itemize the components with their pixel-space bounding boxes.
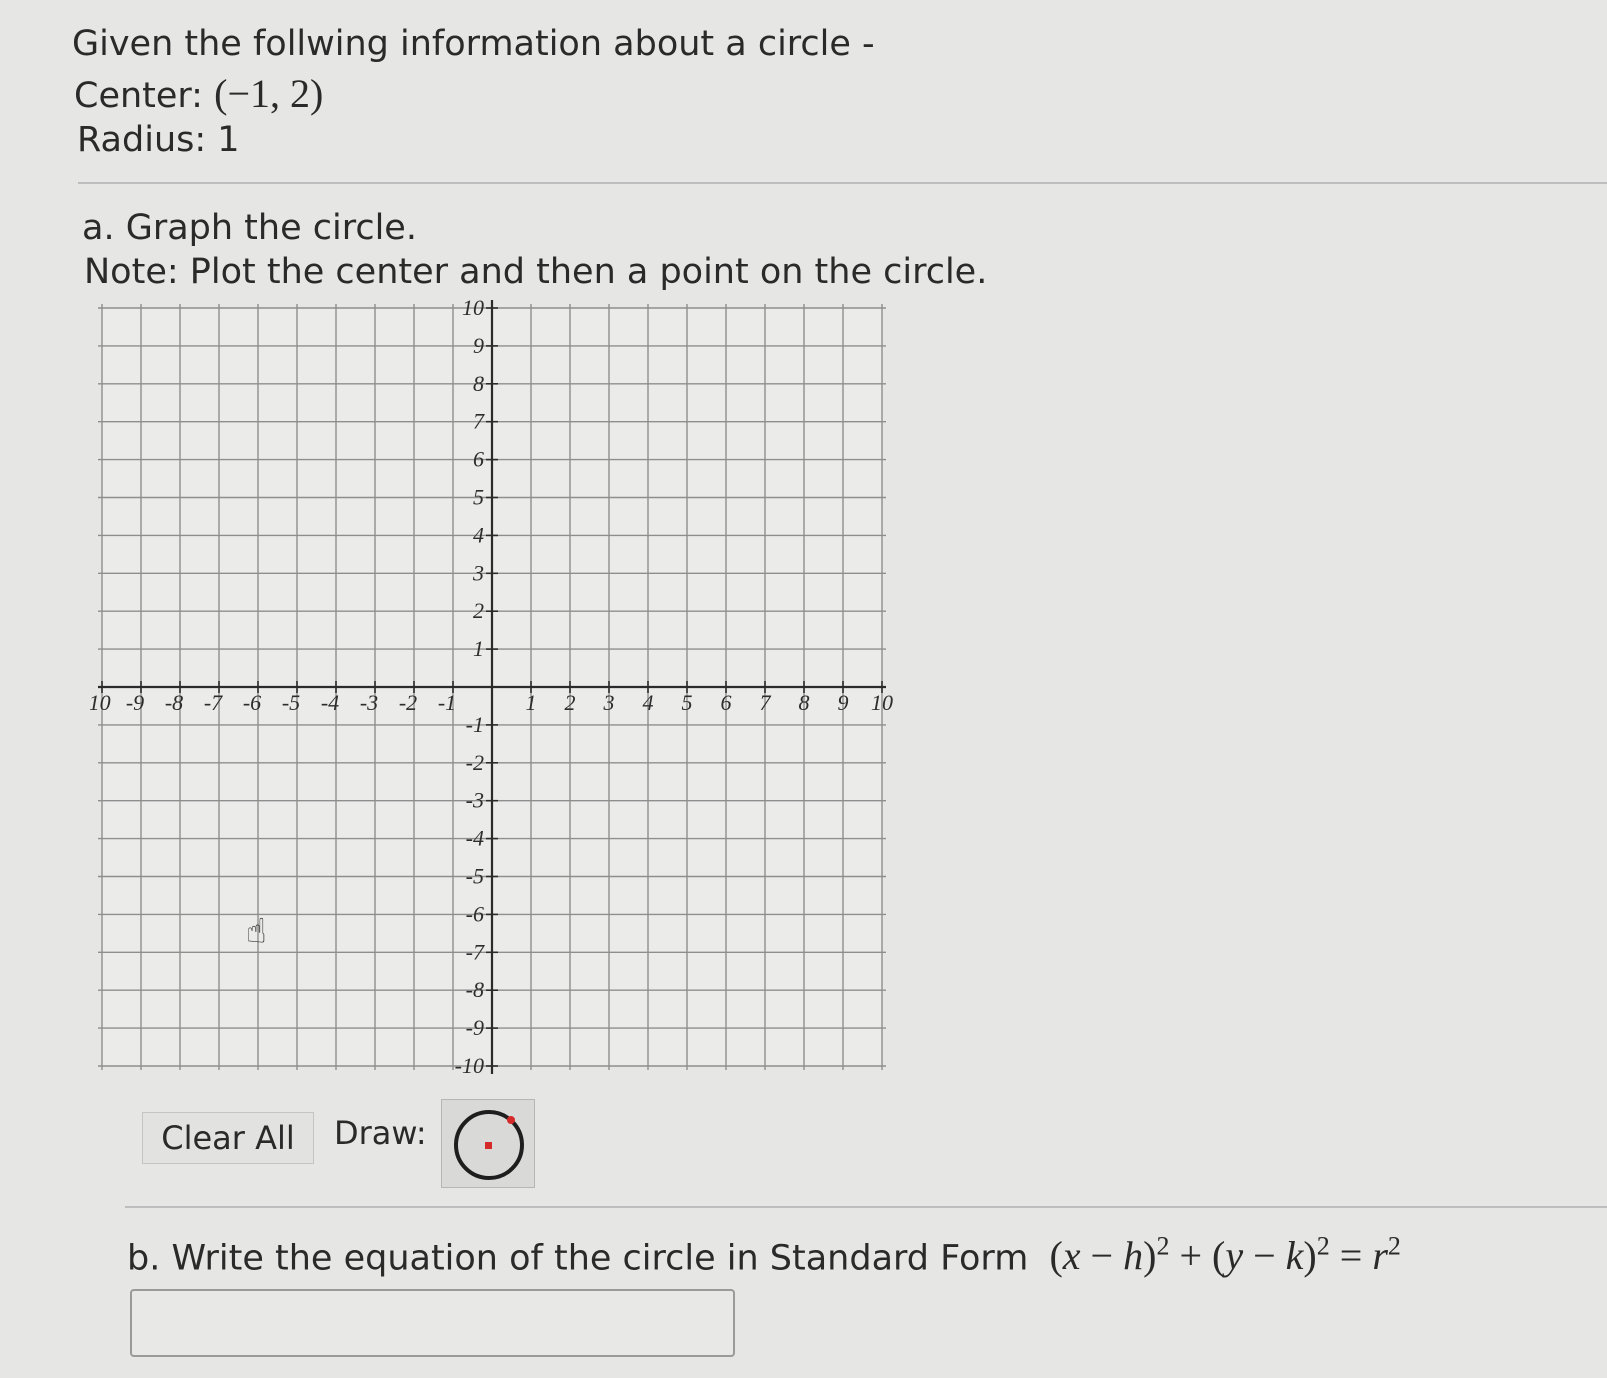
divider-top	[78, 182, 1607, 184]
y-tick-label: -1	[466, 712, 484, 737]
pointer-hand-icon: ☝	[246, 911, 267, 951]
y-tick-label: 5	[473, 485, 484, 510]
x-tick-label: -2	[399, 690, 417, 715]
intro-text: Given the follwing information about a c…	[72, 24, 875, 64]
y-tick-label: 9	[473, 333, 484, 358]
x-tick-label: -7	[204, 690, 223, 715]
clear-all-button[interactable]: Clear All	[142, 1112, 314, 1164]
center-label: Center:	[74, 76, 203, 116]
x-tick-label: -9	[126, 690, 144, 715]
center-value: (−1, 2)	[214, 71, 324, 116]
y-tick-label: -5	[466, 864, 484, 889]
center-line: Center: (−1, 2)	[74, 70, 323, 117]
x-tick-label: -6	[243, 690, 261, 715]
x-tick-label: -3	[360, 690, 378, 715]
y-tick-label: -9	[466, 1015, 484, 1040]
y-tick-label: 1	[473, 636, 484, 661]
divider-bottom	[125, 1206, 1607, 1208]
y-tick-label: 10	[462, 296, 484, 320]
x-tick-label: 3	[603, 690, 615, 715]
circle-tool-icon	[454, 1110, 524, 1180]
standard-form-equation: (x − h)2 + (y − k)2 = r2	[1049, 1232, 1401, 1279]
y-tick-label: -7	[466, 939, 485, 964]
y-tick-label: 2	[473, 598, 484, 623]
x-tick-label: -10	[90, 690, 111, 715]
x-tick-label: 5	[682, 690, 693, 715]
x-tick-label: -1	[438, 690, 456, 715]
coordinate-graph[interactable]: -10-9-8-7-6-5-4-3-2-112345678910-10-9-8-…	[90, 296, 910, 1092]
part-a-title: a. Graph the circle.	[82, 208, 417, 248]
x-tick-label: -8	[165, 690, 183, 715]
x-tick-label: 10	[871, 690, 893, 715]
y-tick-label: -4	[466, 826, 484, 851]
y-tick-label: 6	[473, 447, 484, 472]
y-tick-label: -6	[466, 901, 484, 926]
y-tick-label: -2	[466, 750, 484, 775]
radius-label: Radius:	[77, 120, 207, 160]
y-tick-label: -8	[466, 977, 484, 1002]
x-tick-label: 6	[721, 690, 732, 715]
radius-value: 1	[217, 120, 240, 160]
radius-line: Radius: 1	[77, 120, 240, 160]
equation-answer-input[interactable]	[130, 1289, 735, 1357]
x-tick-label: 9	[838, 690, 849, 715]
y-tick-label: 4	[473, 522, 484, 547]
y-tick-label: 8	[473, 371, 484, 396]
circle-draw-tool-button[interactable]	[441, 1099, 535, 1188]
x-tick-label: -4	[321, 690, 339, 715]
draw-label: Draw:	[334, 1114, 427, 1152]
x-tick-label: 7	[760, 690, 772, 715]
x-tick-label: 4	[643, 690, 654, 715]
x-tick-label: 2	[565, 690, 576, 715]
x-tick-label: -5	[282, 690, 300, 715]
part-b-line: b. Write the equation of the circle in S…	[127, 1232, 1401, 1279]
y-tick-label: -10	[455, 1053, 484, 1078]
x-tick-label: 1	[526, 690, 537, 715]
y-tick-label: -3	[466, 788, 484, 813]
part-b-prefix: b. Write the equation of the circle in S…	[127, 1238, 1029, 1279]
y-tick-label: 3	[472, 560, 484, 585]
part-a-note: Note: Plot the center and then a point o…	[84, 252, 988, 292]
y-tick-label: 7	[473, 409, 485, 434]
x-tick-label: 8	[799, 690, 810, 715]
